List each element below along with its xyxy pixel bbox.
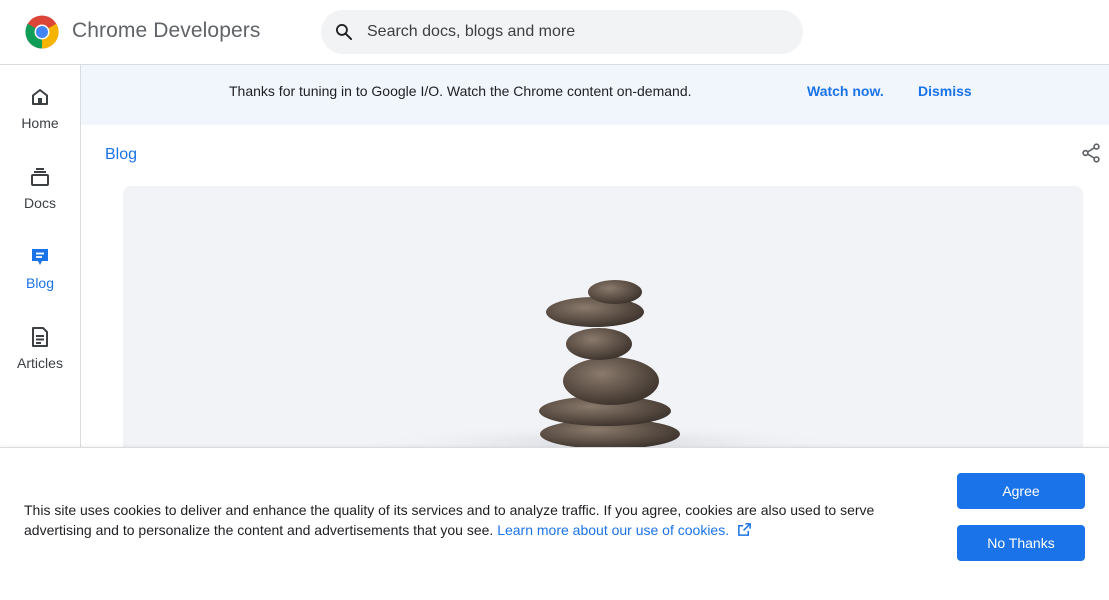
sidebar-item-label: Blog xyxy=(25,275,55,291)
sidebar-item-docs[interactable]: Docs xyxy=(0,165,80,237)
sidebar-item-blog[interactable]: Blog xyxy=(0,245,80,317)
watch-now-link[interactable]: Watch now. xyxy=(807,83,884,99)
cookie-message: This site uses cookies to deliver and en… xyxy=(24,500,924,540)
sidebar-item-home[interactable]: Home xyxy=(0,85,80,157)
hero-image xyxy=(123,186,1083,448)
sidebar-item-label: Home xyxy=(21,115,59,131)
brand-name[interactable]: Chrome Developers xyxy=(72,19,260,43)
no-thanks-button[interactable]: No Thanks xyxy=(957,525,1085,561)
blog-icon xyxy=(32,249,48,265)
sidebar-item-articles[interactable]: Articles xyxy=(0,325,80,397)
search-icon xyxy=(336,24,353,41)
search-bar[interactable] xyxy=(321,10,803,54)
docs-icon xyxy=(31,168,49,186)
sidebar-item-label: Articles xyxy=(17,355,63,371)
articles-icon xyxy=(32,327,48,347)
sidebar-item-label: Docs xyxy=(24,195,56,211)
search-input[interactable] xyxy=(367,10,787,54)
banner-message: Thanks for tuning in to Google I/O. Watc… xyxy=(229,83,692,99)
cookie-consent-bar: This site uses cookies to deliver and en… xyxy=(0,447,1109,600)
breadcrumb[interactable]: Blog xyxy=(105,146,137,164)
announcement-banner: Thanks for tuning in to Google I/O. Watc… xyxy=(81,65,1109,125)
share-icon[interactable] xyxy=(1080,142,1102,164)
top-header: Chrome Developers xyxy=(0,0,1109,65)
cookie-learn-more-link[interactable]: Learn more about our use of cookies. xyxy=(497,522,729,538)
external-link-icon[interactable] xyxy=(737,522,752,537)
dismiss-button[interactable]: Dismiss xyxy=(918,83,972,99)
home-icon xyxy=(32,89,48,105)
agree-button[interactable]: Agree xyxy=(957,473,1085,509)
sidebar-nav: Home Docs Blog Articles xyxy=(0,65,81,448)
chrome-logo-icon[interactable] xyxy=(24,14,60,50)
stacked-stones-image xyxy=(358,280,858,448)
